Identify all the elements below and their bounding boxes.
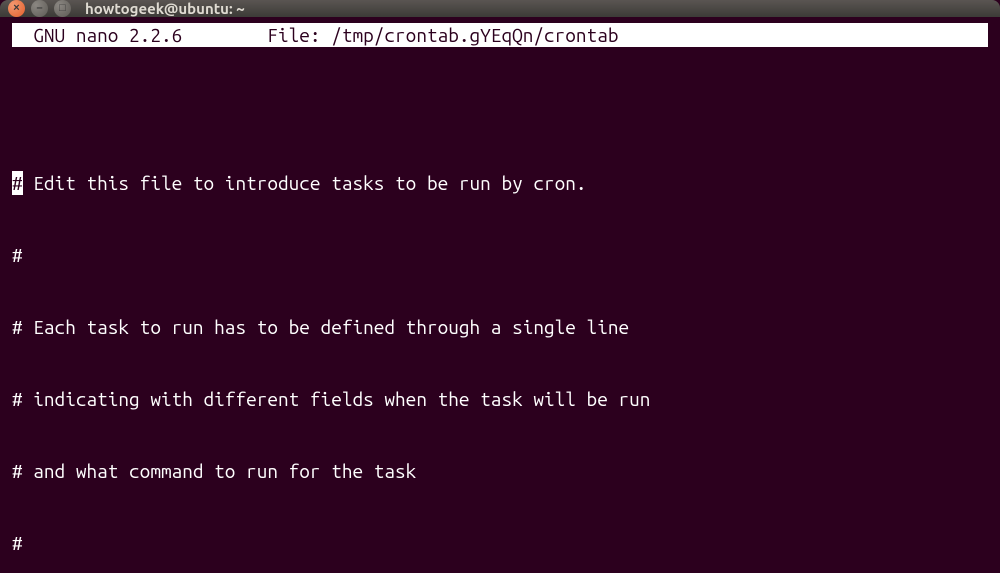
minimize-icon[interactable]: –: [31, 0, 48, 17]
terminal-viewport[interactable]: GNU nano 2.2.6 File: /tmp/crontab.gYEqQn…: [0, 17, 1000, 573]
window-controls: × – □: [8, 0, 71, 17]
window-title: howtogeek@ubuntu: ~: [85, 0, 245, 17]
file-line: Edit this file to introduce tasks to be …: [23, 172, 587, 194]
maximize-icon[interactable]: □: [54, 0, 71, 17]
file-line: # and what command to run for the task: [12, 459, 988, 483]
file-line: #: [12, 243, 988, 267]
cursor: #: [12, 171, 23, 195]
editor-content[interactable]: # Edit this file to introduce tasks to b…: [12, 51, 988, 573]
terminal-window: × – □ howtogeek@ubuntu: ~ GNU nano 2.2.6…: [0, 0, 1000, 573]
window-titlebar[interactable]: × – □ howtogeek@ubuntu: ~: [0, 0, 1000, 17]
file-line: #: [12, 531, 988, 555]
file-line: # Each task to run has to be defined thr…: [12, 315, 988, 339]
nano-header: GNU nano 2.2.6 File: /tmp/crontab.gYEqQn…: [12, 23, 988, 47]
file-line: # indicating with different fields when …: [12, 387, 988, 411]
close-icon[interactable]: ×: [8, 0, 25, 17]
